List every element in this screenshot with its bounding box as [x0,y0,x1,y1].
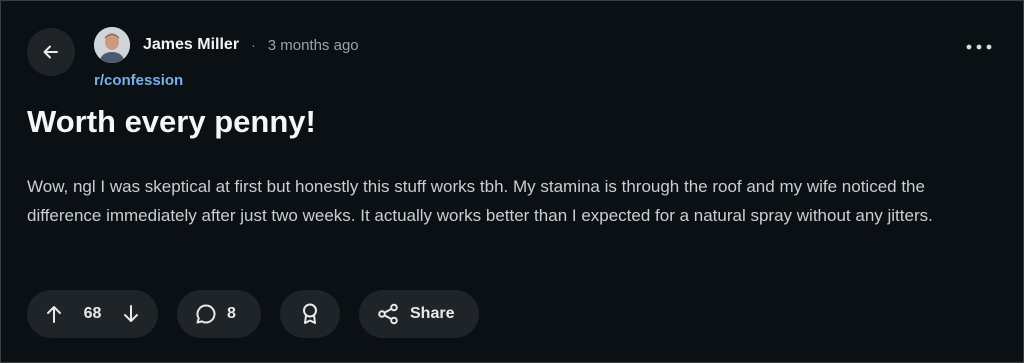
post-body: Wow, ngl I was skeptical at first but ho… [27,177,933,225]
back-button[interactable] [27,28,75,76]
arrow-up-icon [47,306,61,323]
meta-separator: · [251,37,256,53]
avatar[interactable] [94,27,130,63]
comments-button[interactable]: 8 [177,290,261,338]
upvote-button[interactable] [45,304,63,324]
arrow-down-icon [123,305,138,322]
user-photo-icon [94,27,130,63]
more-horizontal-icon [966,44,992,50]
award-ribbon-icon [303,303,317,324]
share-label: Share [410,305,455,322]
downvote-button[interactable] [122,304,140,324]
post-title: Worth every penny! [27,104,316,139]
vote-count: 68 [83,305,102,322]
vote-bar: 68 [27,290,158,338]
more-options-button[interactable] [963,35,995,59]
post-actions: 68 8 Share [27,290,479,338]
award-button[interactable] [280,290,340,338]
post-card: James Miller · 3 months ago r/confession… [0,0,1024,363]
comment-bubble-icon [196,304,216,324]
post-meta: James Miller · 3 months ago [143,36,359,54]
comment-count: 8 [227,305,236,322]
subreddit-link[interactable]: r/confession [94,72,183,89]
share-nodes-icon [378,303,398,325]
author-name[interactable]: James Miller [143,36,239,54]
arrow-left-icon [43,45,58,59]
post-timestamp: 3 months ago [267,36,359,54]
share-button[interactable]: Share [359,290,479,338]
